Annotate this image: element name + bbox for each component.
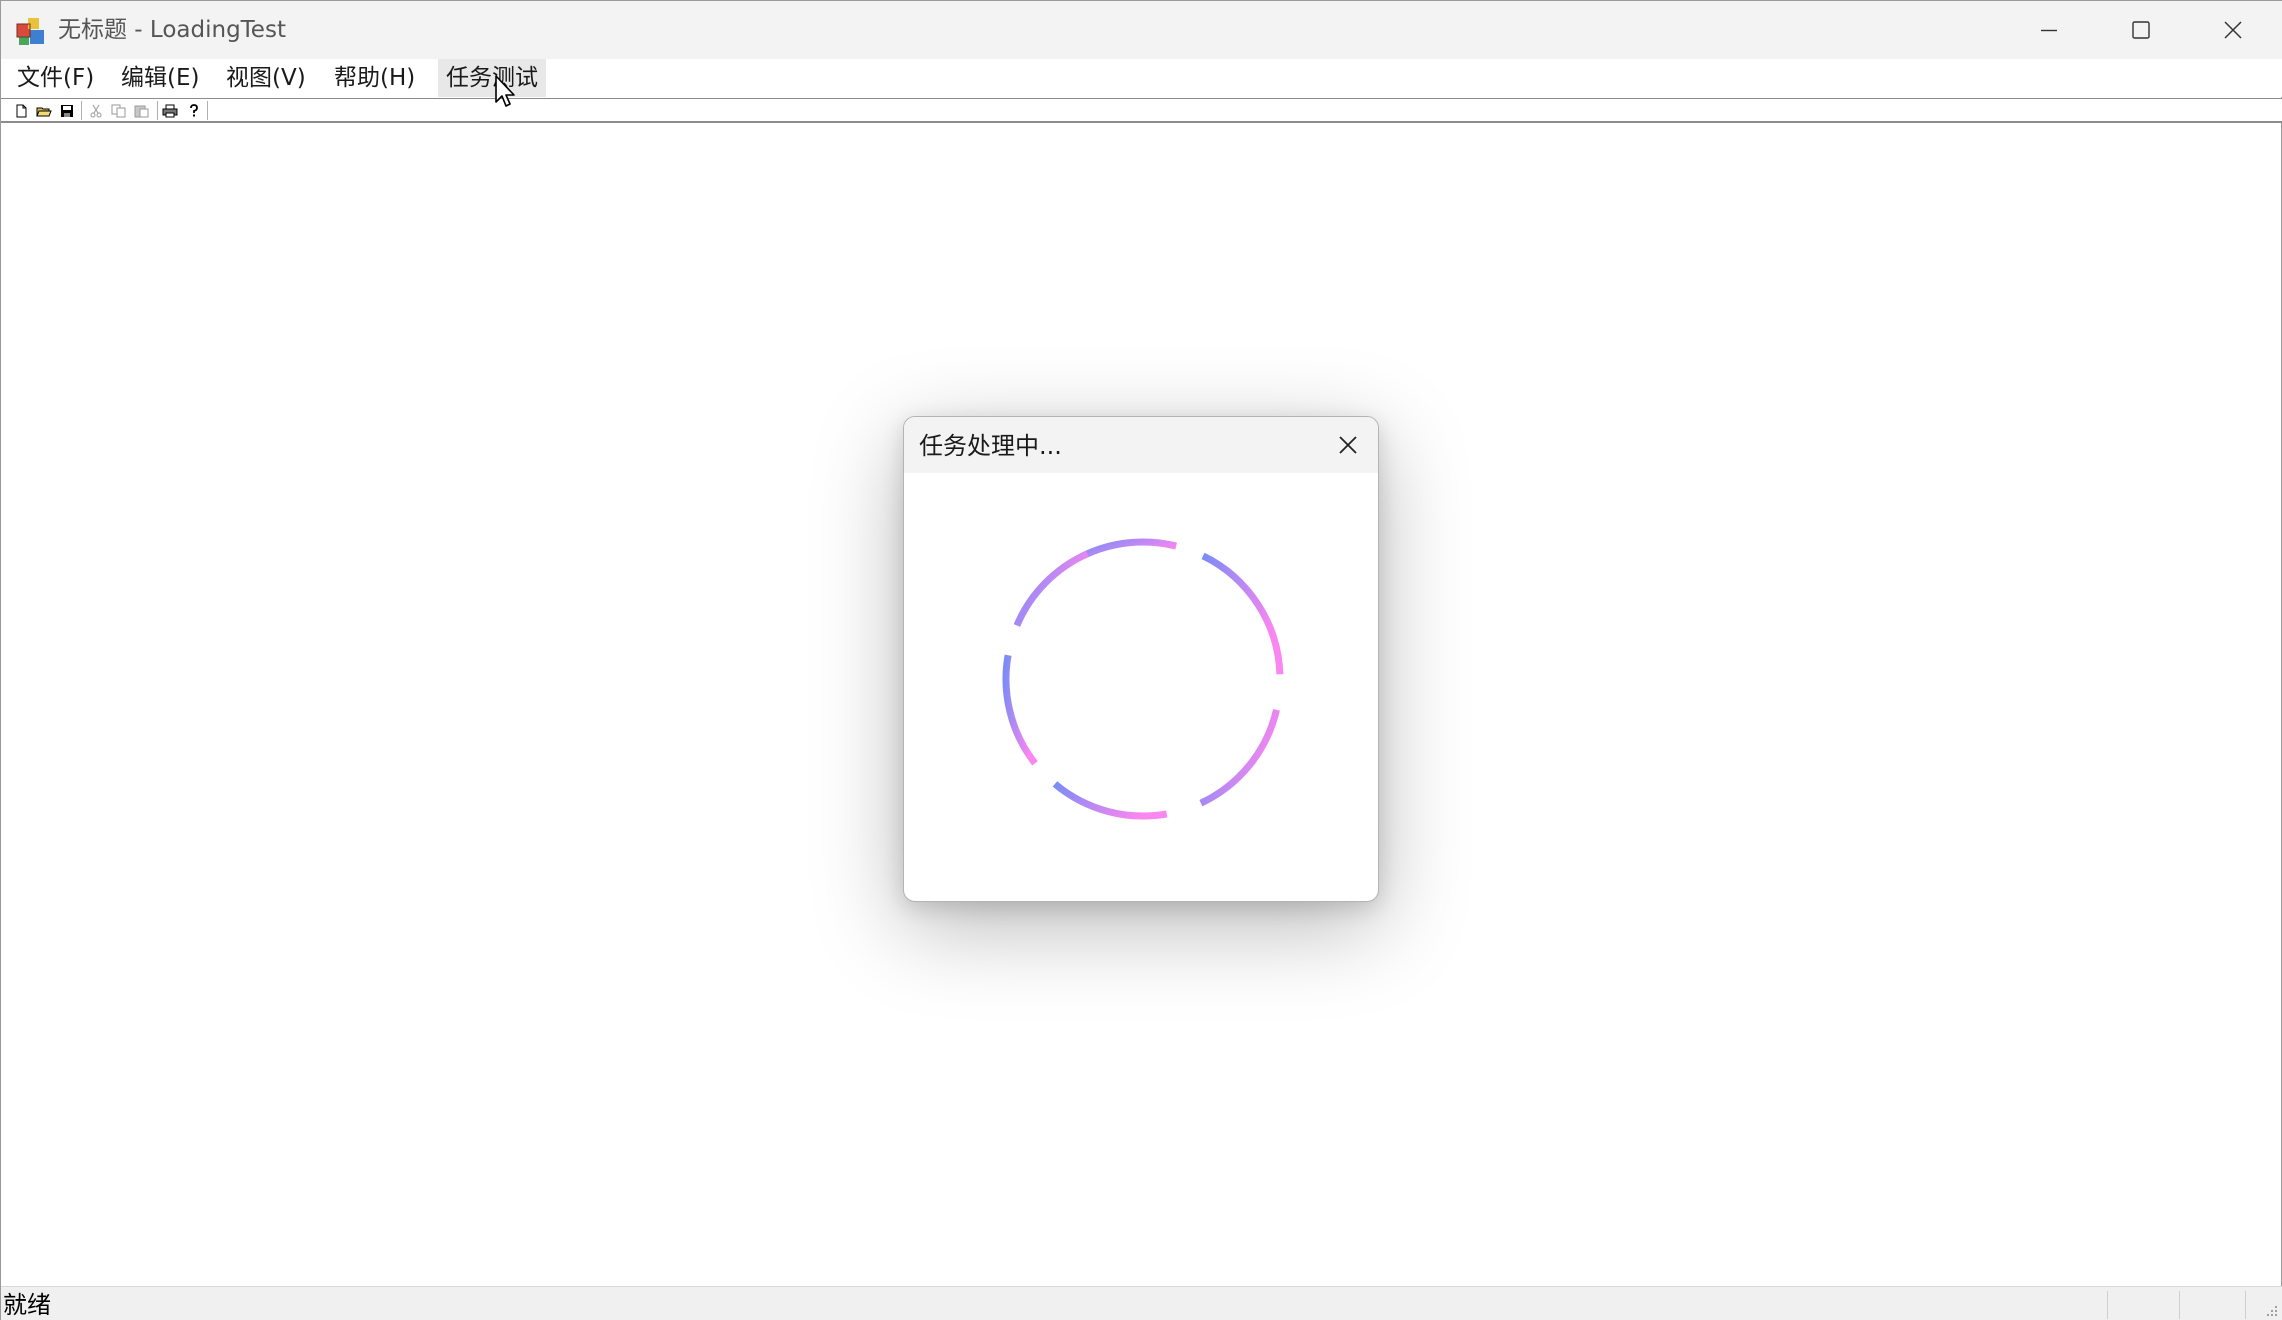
spinner-arc <box>1013 550 1089 627</box>
toolbar <box>1 98 2282 123</box>
close-icon <box>2224 21 2242 39</box>
spinner-arc <box>1002 654 1038 766</box>
save-button[interactable] <box>58 102 76 120</box>
copy-icon <box>111 104 126 118</box>
cut-button[interactable] <box>87 102 105 120</box>
resize-grip-icon[interactable] <box>2261 1300 2279 1318</box>
menu-view[interactable]: 视图(V) <box>218 59 314 97</box>
spinner-arc <box>1081 538 1177 560</box>
minimize-icon <box>2041 29 2057 32</box>
menu-task-test[interactable]: 任务测试 <box>438 59 546 97</box>
toolbar-separator <box>207 101 208 120</box>
help-button[interactable] <box>185 102 203 120</box>
toolbar-separator <box>81 101 82 120</box>
maximize-icon <box>2132 21 2150 39</box>
spinner-arc <box>1201 552 1284 675</box>
menu-help[interactable]: 帮助(H) <box>326 59 423 97</box>
menu-edit[interactable]: 编辑(E) <box>113 59 207 97</box>
close-icon <box>1339 436 1357 454</box>
save-icon <box>61 105 73 117</box>
status-text: 就绪 <box>3 1291 51 1319</box>
new-file-button[interactable] <box>12 102 30 120</box>
close-window-button[interactable] <box>2187 1 2279 59</box>
status-bar: 就绪 <box>1 1286 2282 1320</box>
mouse-cursor-icon <box>495 75 515 107</box>
dialog-title: 任务处理中... <box>919 432 1062 460</box>
menu-file[interactable]: 文件(F) <box>9 59 102 97</box>
loading-spinner <box>1002 538 1284 820</box>
menu-bar: 文件(F) 编辑(E) 视图(V) 帮助(H) 任务测试 <box>1 59 2282 97</box>
title-bar[interactable]: 无标题 - LoadingTest <box>1 1 2282 59</box>
status-pane <box>2179 1291 2180 1319</box>
spinner-arc <box>1052 781 1168 820</box>
new-file-icon <box>16 104 27 118</box>
status-pane <box>2245 1291 2246 1319</box>
help-icon <box>190 104 198 117</box>
print-icon <box>162 104 178 118</box>
spinner-arc <box>1199 709 1280 807</box>
print-button[interactable] <box>161 102 179 120</box>
loading-dialog: 任务处理中... <box>903 416 1379 902</box>
minimize-button[interactable] <box>2003 1 2095 59</box>
paste-button[interactable] <box>133 102 151 120</box>
cut-icon <box>90 104 102 118</box>
status-pane <box>2107 1291 2108 1319</box>
paste-icon <box>134 105 149 118</box>
dialog-close-button[interactable] <box>1324 425 1372 465</box>
app-icon <box>16 18 44 45</box>
maximize-button[interactable] <box>2095 1 2187 59</box>
copy-button[interactable] <box>110 102 128 120</box>
open-folder-icon <box>36 107 52 117</box>
window-title: 无标题 - LoadingTest <box>58 17 286 43</box>
dialog-header[interactable]: 任务处理中... <box>904 417 1378 473</box>
open-button[interactable] <box>35 102 53 120</box>
toolbar-separator <box>157 101 158 120</box>
